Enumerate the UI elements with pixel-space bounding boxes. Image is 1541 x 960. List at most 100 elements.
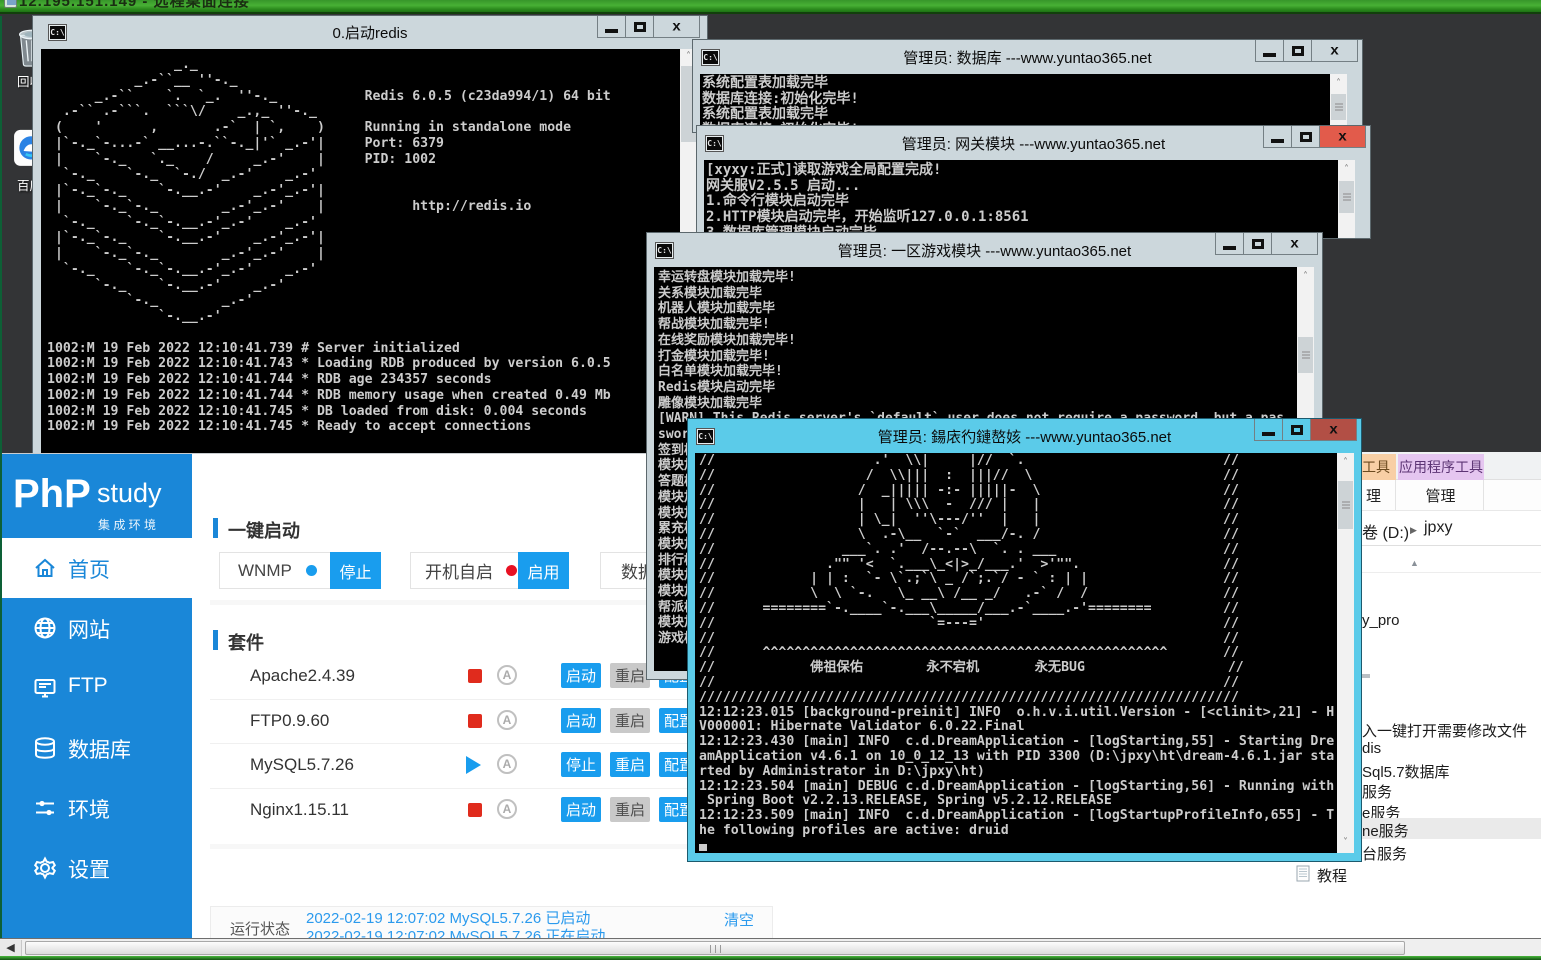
service-start-stop-button[interactable]: 启动	[561, 797, 601, 822]
remote-desktop-bar[interactable]: 12.195.151.149 - 远程桌面连接	[0, 0, 1541, 14]
scroll-up-arrow[interactable]: ˄	[1297, 269, 1314, 285]
scroll-up-arrow[interactable]: ˄	[1337, 455, 1354, 471]
breadcrumb-folder[interactable]: jpxy	[1424, 519, 1452, 537]
file-name: dis	[1362, 740, 1381, 757]
sidebar-item-gear[interactable]: 设置	[2, 838, 192, 898]
minimize-button[interactable]	[1263, 126, 1292, 148]
autostart-badge-icon: A	[497, 665, 517, 685]
autostart-control: 开机自启 启用	[410, 552, 569, 589]
logo-text-study: study	[97, 478, 162, 509]
maximize-button[interactable]	[1283, 419, 1311, 441]
backend-console-output[interactable]: // .' \\| |// `. // // / \\||| : |||// \…	[695, 453, 1337, 853]
minimize-glyph	[1262, 432, 1275, 436]
phpstudy-logo: PhP study 集 成 环 境	[2, 454, 192, 537]
sliders-icon	[32, 795, 58, 821]
logo-tagline: 集 成 环 境	[98, 516, 156, 533]
file-name: 台服务	[1362, 843, 1407, 864]
file-name: ne服务	[1362, 820, 1409, 841]
minimize-glyph	[1271, 139, 1284, 143]
close-glyph: x	[1338, 129, 1346, 145]
window-gateway-console[interactable]: C:\ 管理员: 网关模块 ---www.yuntao365.net x [xy…	[697, 126, 1370, 238]
sidebar-item-globe[interactable]: 网站	[2, 598, 192, 658]
sidebar-item-sliders[interactable]: 环境	[2, 778, 192, 838]
hscroll-thumb[interactable]	[25, 941, 1405, 955]
db-console-text: 系统配置表加载完毕 数据库连接:初始化完毕! 系统配置表加载完毕 数据库连接:初…	[700, 74, 1330, 132]
file-name: 教程	[1317, 865, 1347, 886]
backend-scrollbar[interactable]: ˄ ˅	[1337, 453, 1354, 853]
sidebar-item-ftp[interactable]: FTP	[2, 658, 192, 718]
collapse-chevron-icon[interactable]: ▲	[1410, 558, 1419, 568]
file-row-tutorial[interactable]: 教程	[700, 863, 1541, 884]
scroll-up-arrow[interactable]: ˄	[1338, 162, 1355, 178]
status-stopped-icon	[468, 714, 482, 728]
autostart-enable-button[interactable]: 启用	[518, 552, 569, 589]
maximize-glyph	[1300, 132, 1312, 142]
db-console-output[interactable]: 系统配置表加载完毕 数据库连接:初始化完毕! 系统配置表加载完毕 数据库连接:初…	[700, 74, 1330, 132]
sidebar-item-home[interactable]: 首页	[2, 538, 192, 598]
wnmp-control: WNMP 停止	[219, 552, 381, 589]
service-start-stop-button[interactable]: 启动	[561, 708, 601, 733]
service-restart-button[interactable]: 重启	[610, 752, 650, 777]
scroll-up-arrow[interactable]: ˄	[1330, 76, 1347, 92]
clear-log-link[interactable]: 清空	[724, 909, 754, 930]
gateway-scroll-thumb[interactable]	[1339, 181, 1354, 213]
service-start-stop-button[interactable]: 启动	[561, 663, 601, 688]
gateway-scrollbar[interactable]: ˄	[1338, 160, 1355, 238]
scroll-down-arrow[interactable]: ˅	[1337, 835, 1354, 851]
backend-console-text: // .' \\| |// `. // // / \\||| : |||// \…	[695, 453, 1337, 839]
service-restart-button[interactable]: 重启	[610, 663, 650, 688]
autostart-status-dot	[506, 565, 517, 576]
rdp-horizontal-scrollbar[interactable]: ◀	[0, 938, 1541, 956]
close-button[interactable]: x	[1272, 233, 1318, 255]
maximize-button[interactable]	[626, 16, 654, 38]
sidebar-item-label: FTP	[68, 674, 108, 698]
breadcrumb-drive[interactable]: 卷 (D:)	[1362, 519, 1409, 543]
redis-window-controls: x	[597, 16, 700, 38]
close-button[interactable]: x	[654, 16, 700, 38]
document-icon	[1296, 865, 1311, 882]
close-button[interactable]: x	[1312, 40, 1358, 62]
service-name: Nginx1.15.11	[250, 800, 349, 820]
sidebar-item-label: 数据库	[68, 734, 131, 764]
wnmp-stop-button[interactable]: 停止	[330, 552, 381, 589]
db-scroll-thumb[interactable]	[1331, 94, 1346, 120]
minimize-button[interactable]	[1254, 419, 1283, 441]
close-button[interactable]: x	[1311, 419, 1357, 441]
minimize-button[interactable]	[1215, 233, 1244, 255]
service-restart-button[interactable]: 重启	[610, 708, 650, 733]
home-icon	[32, 555, 58, 581]
close-glyph: x	[672, 19, 680, 35]
backend-window-controls: x	[1254, 419, 1357, 441]
game-scroll-thumb[interactable]	[1298, 337, 1313, 373]
tab-manage[interactable]: 管理	[1398, 480, 1484, 510]
scroll-grip	[1335, 104, 1343, 111]
green-edge-left	[0, 16, 2, 956]
ribbon-tab-app-tools[interactable]: 应用程序工具	[1398, 454, 1484, 480]
scroll-left-arrow[interactable]: ◀	[0, 940, 22, 957]
maximize-button[interactable]	[1292, 126, 1320, 148]
ribbon-tab-tools[interactable]: 工具	[1356, 454, 1396, 480]
maximize-button[interactable]	[1244, 233, 1272, 255]
close-button[interactable]: x	[1320, 126, 1366, 148]
redis-console-text: _._ _.-``__ ''-._ _.-`` `. `_. ''-._ Red…	[41, 49, 680, 435]
minimize-button[interactable]	[597, 16, 626, 38]
minimize-glyph	[1223, 246, 1236, 250]
remote-bar-title: 12.195.151.149 - 远程桌面连接	[19, 0, 250, 11]
status-stopped-icon	[468, 669, 482, 683]
remote-desktop-icon	[4, 0, 17, 8]
logo-text-php: PhP	[13, 472, 91, 517]
scroll-grip	[1302, 352, 1310, 359]
backend-scroll-thumb[interactable]	[1338, 481, 1353, 529]
maximize-button[interactable]	[1284, 40, 1312, 62]
autostart-label: 开机自启	[425, 558, 493, 583]
window-backend-console[interactable]: C:\ 管理员: 鍚庡彴鏈嶅姟 ---www.yuntao365.net x /…	[688, 419, 1361, 861]
gateway-console-output[interactable]: [xyxy:正式]读取游戏全局配置完成! 网关服V2.5.5 启动... 1.命…	[704, 160, 1338, 238]
window-db-console[interactable]: C:\ 管理员: 数据库 ---www.yuntao365.net x 系统配置…	[693, 40, 1362, 132]
service-restart-button[interactable]: 重启	[610, 797, 650, 822]
sidebar-item-database[interactable]: 数据库	[2, 718, 192, 778]
db-scrollbar[interactable]: ˄	[1330, 74, 1347, 132]
minimize-button[interactable]	[1255, 40, 1284, 62]
file-name: 服务	[1362, 781, 1392, 802]
service-start-stop-button[interactable]: 停止	[561, 752, 601, 777]
maximize-glyph	[1292, 46, 1304, 56]
